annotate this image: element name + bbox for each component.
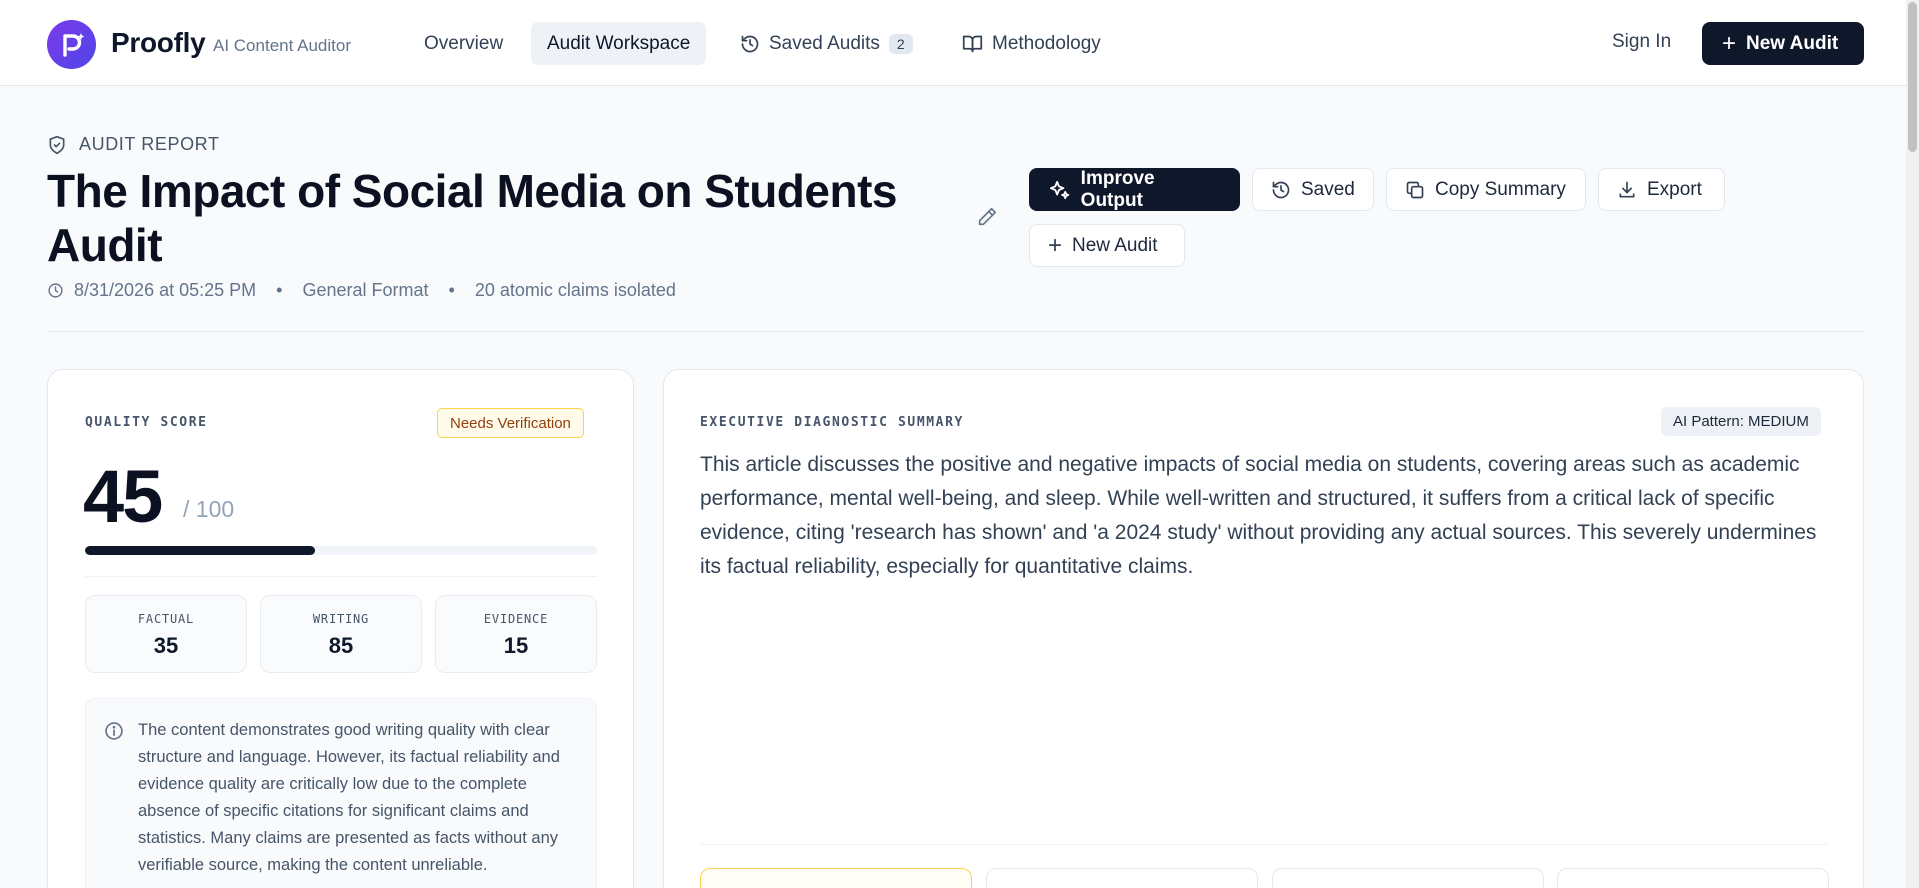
brand-logo-icon[interactable]	[47, 20, 96, 69]
new-audit-secondary-button[interactable]: + New Audit	[1029, 224, 1185, 267]
new-audit-button-label: New Audit	[1746, 32, 1839, 54]
summary-tile	[700, 868, 972, 888]
card-divider	[85, 576, 597, 577]
report-meta: 8/31/2026 at 05:25 PM • General Format •…	[47, 280, 676, 301]
brand-subtitle: AI Content Auditor	[213, 36, 351, 55]
scrollbar-thumb[interactable]	[1908, 2, 1917, 152]
shield-check-icon	[49, 135, 65, 154]
quality-score-card: QUALITY SCORE Needs Verification 45 / 10…	[47, 369, 634, 888]
history-icon	[741, 35, 759, 52]
plus-icon: +	[1722, 29, 1737, 57]
improve-output-label: Improve Output	[1080, 167, 1155, 211]
card-divider	[700, 844, 1828, 845]
metric-writing-value: 85	[328, 633, 354, 658]
quality-note-text: The content demonstrates good writing qu…	[138, 721, 560, 874]
nav-audit-workspace-label: Audit Workspace	[547, 32, 691, 54]
metric-factual-label: FACTUAL	[137, 612, 195, 626]
sign-in-link[interactable]: Sign In	[1612, 31, 1671, 53]
executive-summary-card: EXECUTIVE DIAGNOSTIC SUMMARY AI Pattern:…	[663, 369, 1864, 888]
report-eyebrow-label: AUDIT REPORT	[79, 134, 220, 154]
info-icon	[104, 721, 124, 746]
nav-saved-audits-label: Saved Audits	[769, 32, 880, 54]
export-label: Export	[1647, 178, 1702, 200]
page-scrollbar[interactable]	[1906, 0, 1919, 888]
summary-tile	[1557, 868, 1829, 888]
plus-icon: +	[1048, 231, 1063, 259]
meta-separator: •	[448, 280, 455, 300]
executive-summary-label: EXECUTIVE DIAGNOSTIC SUMMARY	[700, 415, 964, 430]
metric-writing-label: WRITING	[312, 612, 370, 626]
status-badge: Needs Verification	[437, 408, 584, 438]
quality-score-max: / 100	[183, 496, 235, 522]
nav-methodology[interactable]: Methodology	[946, 22, 1117, 65]
metric-evidence-value: 15	[503, 633, 529, 658]
metric-factual: FACTUAL 35	[85, 595, 247, 673]
copy-summary-button[interactable]: Copy Summary	[1386, 168, 1586, 211]
quality-score-progress-fill	[85, 546, 316, 555]
quality-note: The content demonstrates good writing qu…	[85, 698, 597, 888]
metric-evidence: EVIDENCE 15	[435, 595, 597, 673]
saved-count-badge: 2	[888, 33, 913, 54]
section-divider	[47, 331, 1864, 332]
executive-summary-text: This article discusses the positive and …	[700, 453, 1817, 578]
nav-methodology-label: Methodology	[992, 32, 1101, 54]
copy-summary-label: Copy Summary	[1435, 178, 1566, 200]
report-timestamp: 8/31/2026 at 05:25 PM	[74, 280, 257, 300]
metric-evidence-label: EVIDENCE	[483, 612, 549, 626]
nav-audit-workspace[interactable]: Audit Workspace	[531, 22, 707, 65]
improve-output-button[interactable]: Improve Output	[1029, 168, 1240, 211]
metric-factual-value: 35	[153, 633, 179, 658]
report-format: General Format	[302, 280, 429, 300]
quality-score-value: 45	[83, 455, 163, 538]
download-icon	[1619, 181, 1635, 197]
metric-writing: WRITING 85	[260, 595, 422, 673]
copy-icon	[1406, 181, 1424, 198]
saved-button[interactable]: Saved	[1252, 168, 1374, 211]
brand-name[interactable]: Proofly	[111, 27, 206, 59]
clock-icon	[48, 283, 63, 298]
report-eyebrow: AUDIT REPORT	[47, 134, 220, 155]
saved-button-label: Saved	[1301, 178, 1355, 200]
summary-tile	[1272, 868, 1544, 888]
new-audit-secondary-label: New Audit	[1072, 234, 1158, 256]
top-navbar: Proofly AI Content Auditor Overview Audi…	[0, 0, 1919, 86]
nav-overview-label: Overview	[424, 32, 504, 54]
quality-score-progress	[85, 546, 597, 555]
ai-pattern-badge: AI Pattern: MEDIUM	[1661, 407, 1821, 436]
quality-score-label: QUALITY SCORE	[85, 415, 208, 430]
sparkles-icon	[1049, 180, 1070, 199]
page-title: The Impact of Social Media on Students A…	[47, 165, 898, 271]
meta-separator: •	[276, 280, 283, 300]
history-icon	[1272, 181, 1290, 198]
report-claims-count: 20 atomic claims isolated	[474, 280, 676, 300]
new-audit-button[interactable]: + New Audit	[1702, 22, 1864, 65]
summary-tile	[986, 868, 1258, 888]
nav-saved-audits[interactable]: Saved Audits 2	[724, 22, 929, 65]
book-open-icon	[962, 35, 983, 53]
nav-overview[interactable]: Overview	[408, 22, 519, 65]
export-button[interactable]: Export	[1598, 168, 1725, 211]
pencil-icon[interactable]	[976, 206, 998, 233]
